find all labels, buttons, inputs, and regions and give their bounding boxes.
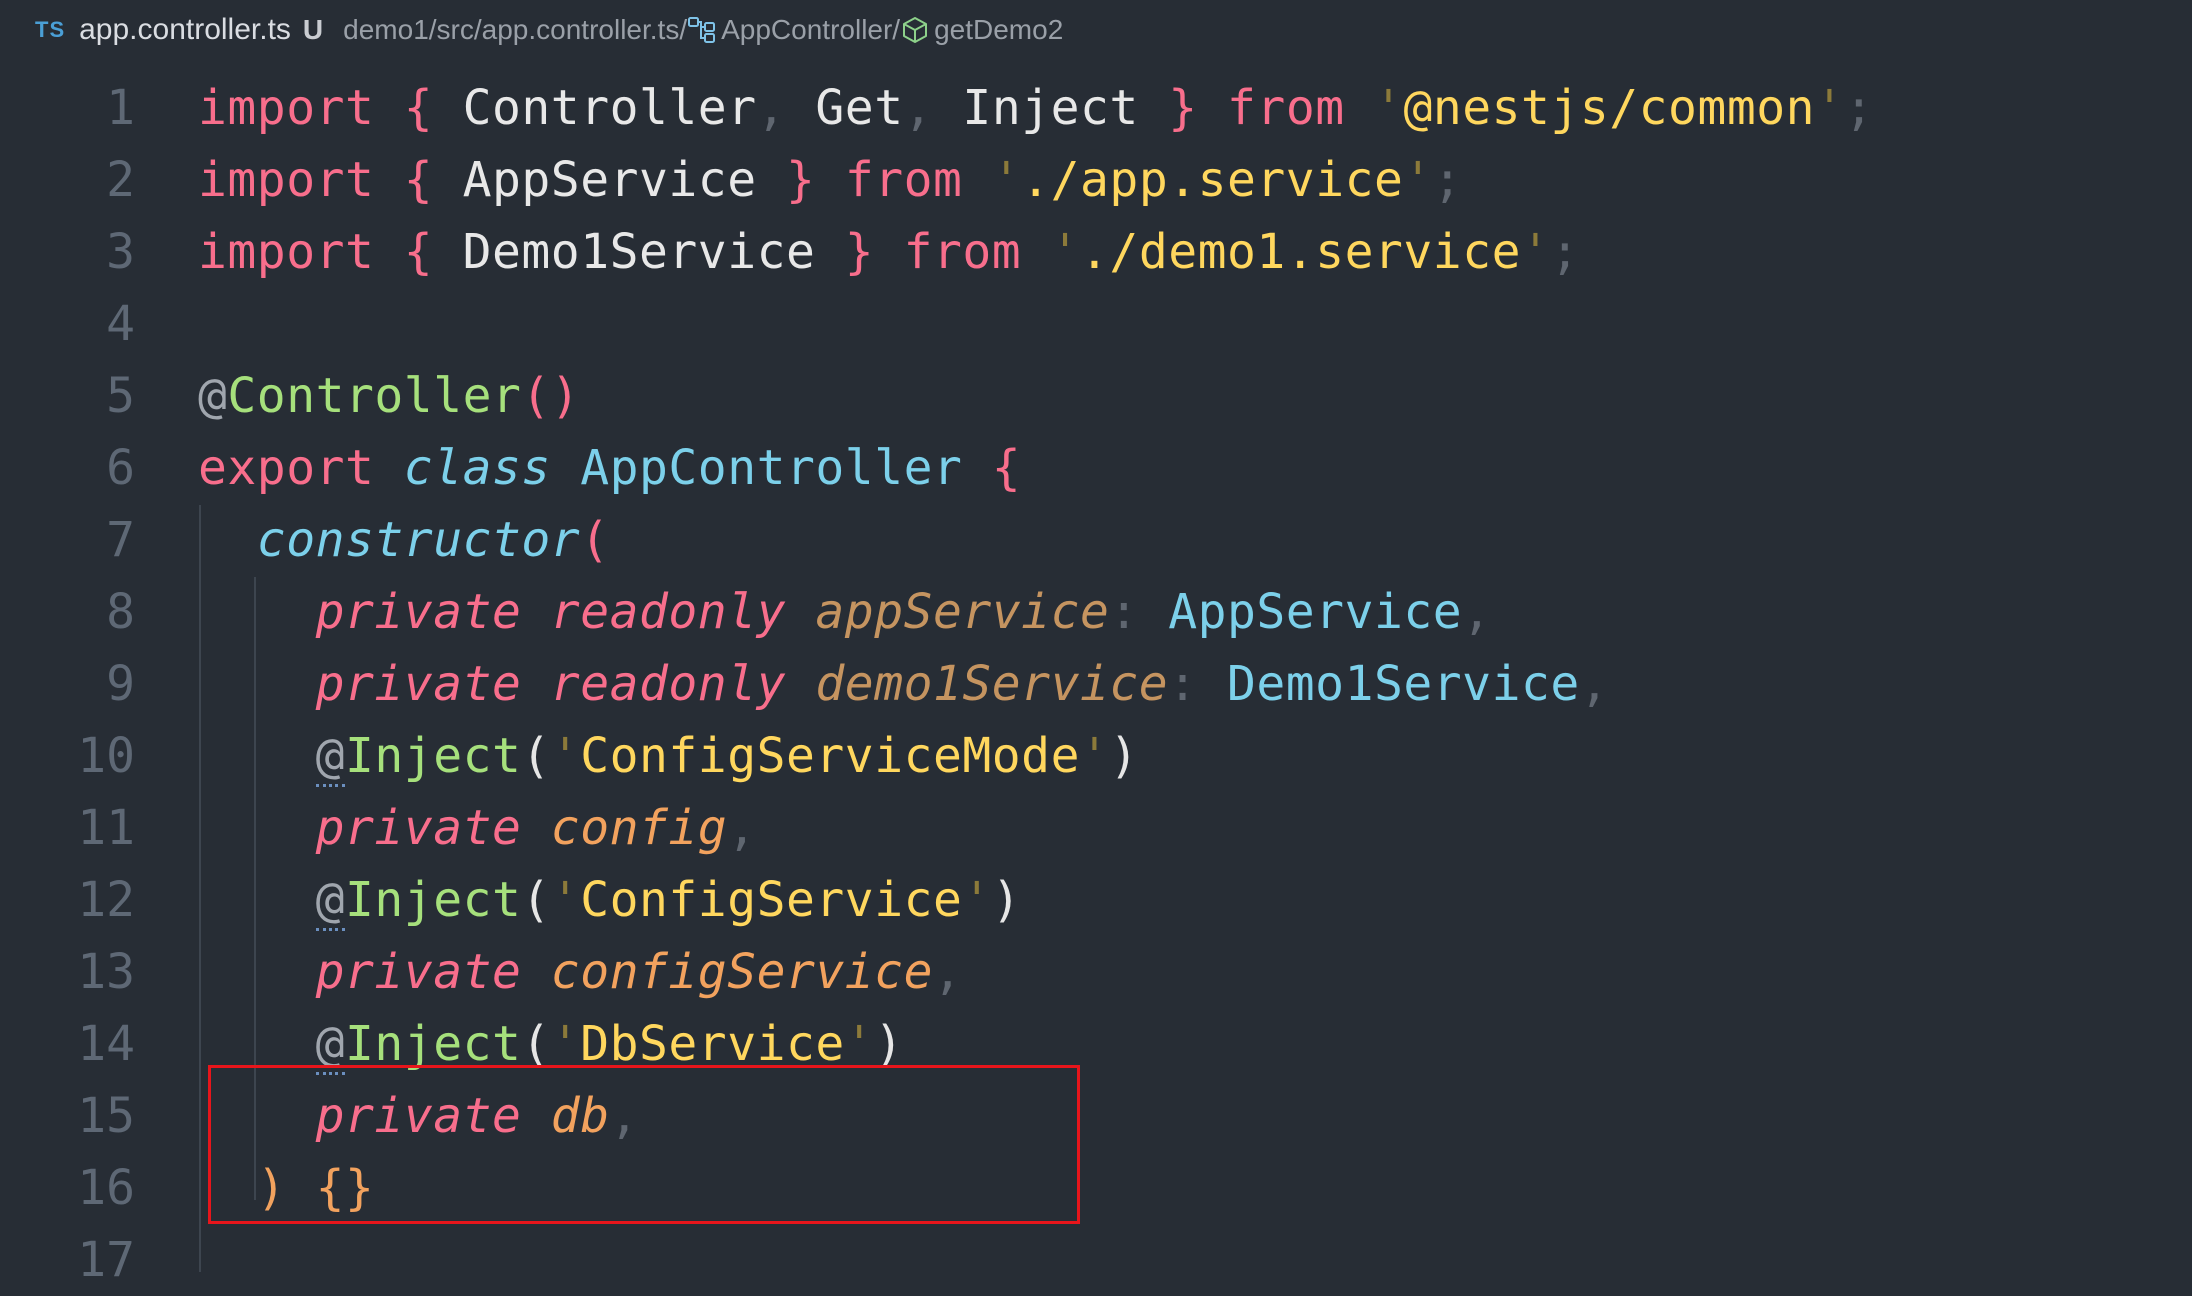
code-text: @Inject('ConfigServiceMode') <box>198 720 1139 792</box>
file-name[interactable]: app.controller.ts <box>79 13 291 47</box>
typescript-file-icon: TS <box>35 17 66 42</box>
code-text: import { Demo1Service } from './demo1.se… <box>198 224 1580 280</box>
code-text: @Controller() <box>198 368 581 424</box>
line-number: 1 <box>106 80 135 136</box>
code-line: 4 <box>0 288 2192 360</box>
code-text: private readonly appService: AppService, <box>315 584 1492 640</box>
code-line: 8 private readonly appService: AppServic… <box>0 576 2192 648</box>
line-number: 15 <box>77 1088 135 1144</box>
highlight-box <box>208 1065 1080 1224</box>
code-line: 9 private readonly demo1Service: Demo1Se… <box>0 648 2192 720</box>
line-number: 16 <box>77 1160 135 1216</box>
line-number: 5 <box>106 368 135 424</box>
line-number: 14 <box>77 1016 135 1072</box>
git-status-untracked: U <box>302 14 324 45</box>
method-symbol-icon <box>903 17 928 43</box>
class-symbol-icon <box>688 17 716 43</box>
code-text: @Inject('ConfigService') <box>198 864 1021 936</box>
line-number: 4 <box>106 296 135 352</box>
breadcrumb-class[interactable]: AppController/ <box>687 14 900 46</box>
line-number: 10 <box>77 728 135 784</box>
breadcrumb-method[interactable]: getDemo2 <box>900 14 1063 46</box>
breadcrumb-method-label: getDemo2 <box>934 14 1064 45</box>
line-number: 8 <box>106 584 135 640</box>
line-number: 7 <box>106 512 135 568</box>
code-text: import { AppService } from './app.servic… <box>198 152 1463 208</box>
line-number: 13 <box>77 944 135 1000</box>
code-line: 10 @Inject('ConfigServiceMode') <box>0 720 2192 792</box>
code-text: constructor( <box>256 512 610 568</box>
line-number: 9 <box>106 656 135 712</box>
code-line: 17 <box>0 1224 2192 1296</box>
code-line: 11 private config, <box>0 792 2192 864</box>
code-line: 13 private configService, <box>0 936 2192 1008</box>
code-line: 12 @Inject('ConfigService') <box>0 864 2192 936</box>
code-line: 3 import { Demo1Service } from './demo1.… <box>0 216 2192 288</box>
line-number: 3 <box>106 224 135 280</box>
code-text: private config, <box>315 800 757 856</box>
breadcrumb-bar: TS app.controller.ts U demo1/src/app.con… <box>0 0 2192 60</box>
code-line: 7 constructor( <box>0 504 2192 576</box>
code-text: private readonly demo1Service: Demo1Serv… <box>315 656 1610 712</box>
breadcrumb-path[interactable]: demo1/src/app.controller.ts/ <box>343 14 687 46</box>
line-number: 17 <box>77 1232 135 1288</box>
code-text: export class AppController { <box>198 440 1022 496</box>
line-number: 2 <box>106 152 135 208</box>
code-text: import { Controller, Get, Inject } from … <box>198 80 1874 136</box>
code-line: 2 import { AppService } from './app.serv… <box>0 144 2192 216</box>
code-editor[interactable]: 1 import { Controller, Get, Inject } fro… <box>0 72 2192 1288</box>
code-line: 5 @Controller() <box>0 360 2192 432</box>
code-line: 6 export class AppController { <box>0 432 2192 504</box>
breadcrumb-class-label: AppController/ <box>721 14 901 45</box>
code-text: private configService, <box>315 944 963 1000</box>
line-number: 12 <box>77 872 135 928</box>
line-number: 11 <box>77 800 135 856</box>
line-number: 6 <box>106 440 135 496</box>
code-line: 1 import { Controller, Get, Inject } fro… <box>0 72 2192 144</box>
